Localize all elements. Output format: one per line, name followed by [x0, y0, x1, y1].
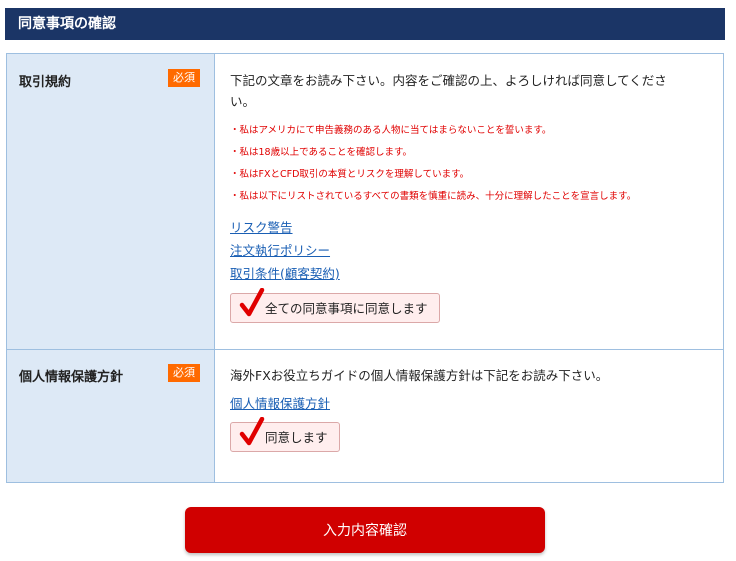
terms-notes-list: ・私はアメリカにて申告義務のある人物に当てはまらないことを誓います。 ・私は18… [230, 120, 723, 208]
required-badge: 必須 [168, 69, 200, 87]
terms-note: ・私はアメリカにて申告義務のある人物に当てはまらないことを誓います。 [230, 125, 552, 136]
terms-note: ・私は以下にリストされているすべての書類を慎重に読み、十分に理解したことを宣言し… [230, 191, 637, 202]
terms-label-cell: 取引規約 必須 [6, 53, 215, 350]
terms-note: ・私はFXとCFD取引の本質とリスクを理解しています。 [230, 169, 470, 180]
trading-conditions-link[interactable]: 取引条件(顧客契約) [230, 262, 723, 285]
confirm-input-button[interactable]: 入力内容確認 [185, 507, 545, 553]
terms-intro-text: 下記の文章をお読み下さい。内容をご確認の上、よろしければ同意してください。 [230, 73, 667, 109]
privacy-links: 個人情報保護方針 [230, 392, 723, 415]
agree-all-label: 全ての同意事項に同意します [265, 301, 428, 316]
consent-form-table: 取引規約 必須 下記の文章をお読み下さい。内容をご確認の上、よろしければ同意して… [6, 53, 724, 483]
agree-privacy-checkbox[interactable]: 同意します [230, 417, 340, 452]
required-badge: 必須 [168, 364, 200, 382]
section-header: 同意事項の確認 [5, 8, 725, 40]
section-title: 同意事項の確認 [18, 16, 116, 32]
privacy-label-cell: 個人情報保護方針 必須 [6, 349, 215, 483]
terms-content-cell: 下記の文章をお読み下さい。内容をご確認の上、よろしければ同意してください。 ・私… [214, 53, 724, 350]
terms-row: 取引規約 必須 下記の文章をお読み下さい。内容をご確認の上、よろしければ同意して… [6, 53, 724, 350]
privacy-intro-text: 海外FXお役立ちガイドの個人情報保護方針は下記をお読み下さい。 [230, 368, 609, 383]
terms-links: リスク警告 注文執行ポリシー 取引条件(顧客契約) [230, 216, 723, 285]
privacy-policy-link[interactable]: 個人情報保護方針 [230, 392, 723, 415]
checkmark-icon [239, 288, 265, 318]
order-execution-policy-link[interactable]: 注文執行ポリシー [230, 239, 723, 262]
privacy-content-cell: 海外FXお役立ちガイドの個人情報保護方針は下記をお読み下さい。 個人情報保護方針… [214, 349, 724, 483]
agree-all-checkbox[interactable]: 全ての同意事項に同意します [230, 288, 440, 323]
agree-privacy-label: 同意します [265, 430, 328, 445]
checkmark-icon [239, 417, 265, 447]
terms-note: ・私は18歳以上であることを確認します。 [230, 147, 413, 158]
privacy-row: 個人情報保護方針 必須 海外FXお役立ちガイドの個人情報保護方針は下記をお読み下… [6, 349, 724, 483]
risk-warning-link[interactable]: リスク警告 [230, 216, 723, 239]
